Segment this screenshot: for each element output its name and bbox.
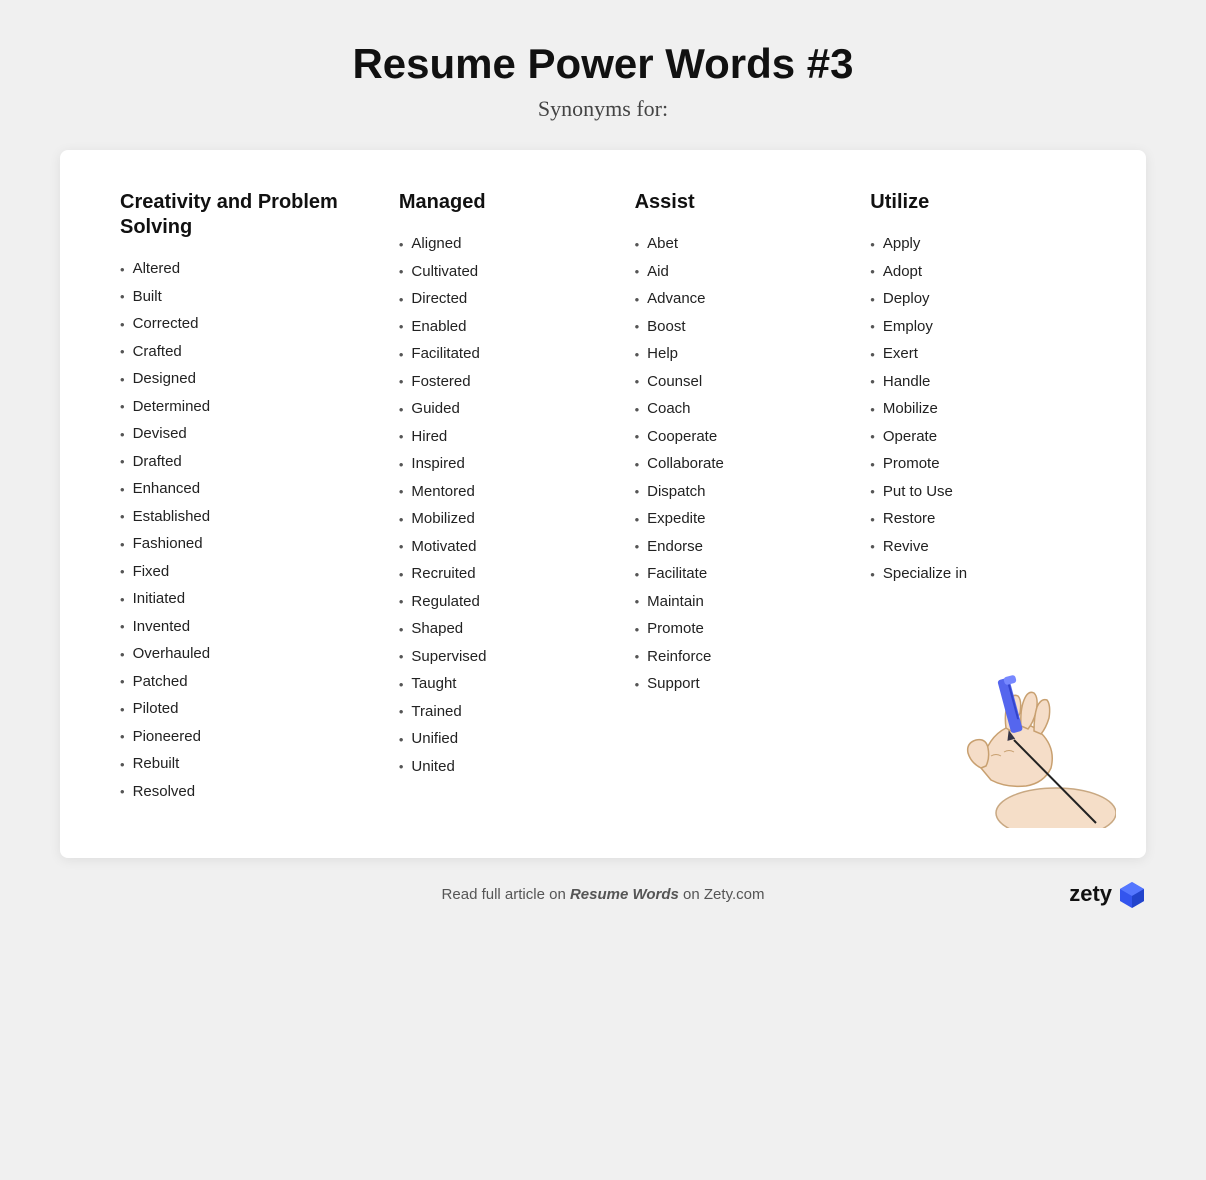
content-card: Creativity and Problem Solving Altered Bu…	[60, 150, 1146, 858]
list-item: Enabled	[399, 316, 615, 339]
footer-text: Read full article on Resume Words on Zet…	[442, 886, 765, 903]
list-item: Guided	[399, 398, 615, 421]
list-item: Facilitate	[635, 563, 851, 586]
list-item: Cultivated	[399, 261, 615, 284]
list-item: Promote	[635, 618, 851, 641]
zety-logo: zety	[1069, 880, 1146, 908]
column-header-utilize: Utilize	[870, 190, 1086, 215]
list-item: Determined	[120, 396, 379, 419]
zety-brand-name: zety	[1069, 881, 1112, 907]
list-item: Shaped	[399, 618, 615, 641]
list-item: Operate	[870, 426, 1086, 449]
list-item: Reinforce	[635, 646, 851, 669]
list-item: Overhauled	[120, 643, 379, 666]
list-item: Promote	[870, 453, 1086, 476]
list-item: Mentored	[399, 481, 615, 504]
list-item: Adopt	[870, 261, 1086, 284]
list-item: Support	[635, 673, 851, 696]
column-header-creativity: Creativity and Problem Solving	[120, 190, 379, 240]
list-item: Fostered	[399, 371, 615, 394]
list-item: Established	[120, 506, 379, 529]
list-item: Coach	[635, 398, 851, 421]
word-list-assist: Abet Aid Advance Boost Help Counsel Coach Coope…	[635, 233, 851, 696]
list-item: Apply	[870, 233, 1086, 256]
list-item: Facilitated	[399, 343, 615, 366]
list-item: Abet	[635, 233, 851, 256]
list-item: Help	[635, 343, 851, 366]
list-item: Devised	[120, 423, 379, 446]
list-item: Patched	[120, 671, 379, 694]
list-item: Crafted	[120, 341, 379, 364]
column-assist: Assist Abet Aid Advance Boost Help Counsel Coa…	[625, 190, 861, 701]
list-item: Advance	[635, 288, 851, 311]
list-item: Collaborate	[635, 453, 851, 476]
list-item: Initiated	[120, 588, 379, 611]
list-item: Designed	[120, 368, 379, 391]
list-item: Cooperate	[635, 426, 851, 449]
list-item: Deploy	[870, 288, 1086, 311]
hand-illustration	[896, 668, 1116, 828]
column-managed: Managed Aligned Cultivated Directed Enabled…	[389, 190, 625, 783]
word-list-creativity: Altered Built Corrected Crafted Designed Dete…	[120, 258, 379, 803]
list-item: Taught	[399, 673, 615, 696]
list-item: Unified	[399, 728, 615, 751]
column-utilize: Utilize Apply Adopt Deploy Employ Exert Handl…	[860, 190, 1096, 591]
column-header-assist: Assist	[635, 190, 851, 215]
list-item: Fashioned	[120, 533, 379, 556]
list-item: Restore	[870, 508, 1086, 531]
list-item: Hired	[399, 426, 615, 449]
list-item: Put to Use	[870, 481, 1086, 504]
list-item: Specialize in	[870, 563, 1086, 586]
footer: Read full article on Resume Words on Zet…	[60, 880, 1146, 908]
list-item: Aid	[635, 261, 851, 284]
list-item: Maintain	[635, 591, 851, 614]
page-title: Resume Power Words #3	[352, 40, 853, 88]
list-item: Enhanced	[120, 478, 379, 501]
list-item: Altered	[120, 258, 379, 281]
list-item: Boost	[635, 316, 851, 339]
list-item: Dispatch	[635, 481, 851, 504]
zety-cube-icon	[1118, 880, 1146, 908]
list-item: Piloted	[120, 698, 379, 721]
list-item: Exert	[870, 343, 1086, 366]
list-item: Employ	[870, 316, 1086, 339]
subtitle: Synonyms for:	[538, 96, 668, 122]
list-item: Built	[120, 286, 379, 309]
list-item: Invented	[120, 616, 379, 639]
list-item: Revive	[870, 536, 1086, 559]
list-item: Trained	[399, 701, 615, 724]
list-item: Rebuilt	[120, 753, 379, 776]
list-item: Motivated	[399, 536, 615, 559]
list-item: Recruited	[399, 563, 615, 586]
list-item: Directed	[399, 288, 615, 311]
word-list-utilize: Apply Adopt Deploy Employ Exert Handle Mobiliz…	[870, 233, 1086, 586]
column-creativity: Creativity and Problem Solving Altered Bu…	[110, 190, 389, 808]
list-item: Drafted	[120, 451, 379, 474]
list-item: Counsel	[635, 371, 851, 394]
list-item: Supervised	[399, 646, 615, 669]
list-item: Inspired	[399, 453, 615, 476]
footer-link-text: Resume Words	[570, 886, 679, 903]
word-list-managed: Aligned Cultivated Directed Enabled Facilita…	[399, 233, 615, 778]
list-item: Corrected	[120, 313, 379, 336]
list-item: United	[399, 756, 615, 779]
list-item: Expedite	[635, 508, 851, 531]
list-item: Endorse	[635, 536, 851, 559]
list-item: Aligned	[399, 233, 615, 256]
list-item: Resolved	[120, 781, 379, 804]
list-item: Pioneered	[120, 726, 379, 749]
column-header-managed: Managed	[399, 190, 615, 215]
list-item: Handle	[870, 371, 1086, 394]
list-item: Mobilize	[870, 398, 1086, 421]
list-item: Regulated	[399, 591, 615, 614]
list-item: Fixed	[120, 561, 379, 584]
list-item: Mobilized	[399, 508, 615, 531]
